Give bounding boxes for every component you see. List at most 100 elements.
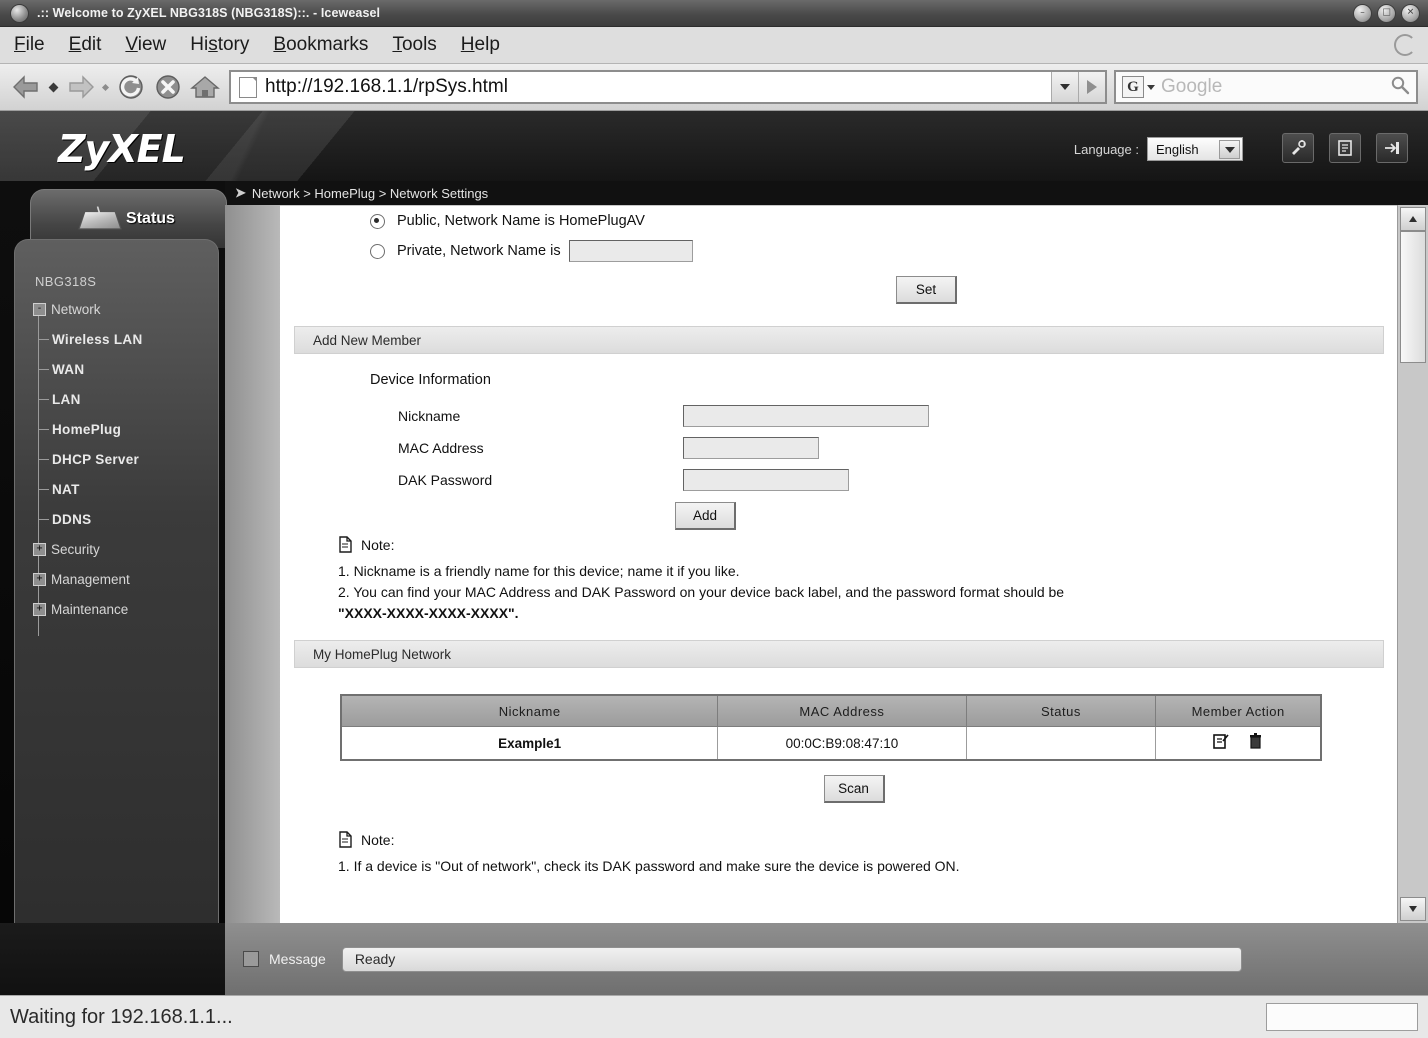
field-row-mac-address: MAC Address [370,432,1398,464]
page-scrollbar[interactable] [1397,205,1428,923]
google-icon[interactable]: G [1122,76,1144,98]
content-panel: Public, Network Name is HomePlugAV Priva… [280,205,1398,923]
add-button-row: Add [370,502,1398,530]
radio-private[interactable] [370,243,385,259]
menu-history[interactable]: History [190,34,249,56]
expand-icon[interactable]: + [33,543,46,556]
search-icon[interactable] [1390,75,1410,100]
dak-password-label: DAK Password [398,472,493,488]
url-dropdown-icon[interactable] [1051,72,1078,102]
expand-icon[interactable]: + [33,573,46,586]
sidebar-item-homeplug[interactable]: HomePlug [33,418,218,440]
browser-status-bar: Waiting for 192.168.1.1... [0,995,1428,1038]
nickname-input[interactable] [683,405,929,427]
sidebar-item-wan-label: WAN [52,361,85,377]
menu-bookmarks[interactable]: Bookmarks [273,34,368,56]
network-name-private-row[interactable]: Private, Network Name is [280,236,1398,266]
language-value: English [1156,141,1199,157]
progress-indicator [1266,1003,1418,1031]
sidebar-item-wireless-lan[interactable]: Wireless LAN [33,328,218,350]
message-checkbox[interactable] [243,951,259,967]
navigation-toolbar: http://192.168.1.1/rpSys.html G Google [0,64,1428,111]
device-information-form: Device Information Nickname MAC Address … [280,354,1398,530]
message-label: Message [269,951,326,967]
menu-edit[interactable]: Edit [69,34,102,56]
url-text[interactable]: http://192.168.1.1/rpSys.html [265,76,1051,98]
expand-icon[interactable]: + [33,603,46,616]
sidebar-item-ddns[interactable]: DDNS [33,508,218,530]
sidebar-item-nat[interactable]: NAT [33,478,218,500]
zyxel-logo: ZyXEL [58,127,186,171]
set-button[interactable]: Set [896,276,957,304]
sidebar-item-lan[interactable]: LAN [33,388,218,410]
menu-tools[interactable]: Tools [392,34,436,56]
edit-icon[interactable] [1213,733,1230,753]
url-go-icon[interactable] [1078,72,1105,102]
sidebar-item-maintenance[interactable]: + Maintenance [33,598,218,621]
sidebar-item-management[interactable]: + Management [33,568,218,591]
menu-view[interactable]: View [125,34,166,56]
search-input[interactable]: Google [1161,76,1390,98]
sidebar-tree: NBG318S - Network Wireless LAN WAN LAN H… [15,274,218,636]
sidebar: Status NBG318S - Network Wireless LAN WA… [0,181,227,995]
window-title: .:: Welcome to ZyXEL NBG318S (NBG318S)::… [37,6,381,20]
sidebar-item-dhcp-server[interactable]: DHCP Server [33,448,218,470]
delete-icon[interactable] [1248,733,1263,753]
scrollbar-thumb[interactable] [1400,231,1426,363]
sidebar-item-ddns-label: DDNS [52,511,92,527]
status-report-icon[interactable] [1329,133,1361,163]
sidebar-device-name: NBG318S [35,274,97,289]
message-bar: Message Ready [0,923,1428,995]
sidebar-item-security[interactable]: + Security [33,538,218,561]
search-bar[interactable]: G Google [1114,70,1418,104]
private-network-name-input[interactable] [568,240,693,262]
menu-help[interactable]: Help [461,34,500,56]
add-member-note: Note: 1. Nickname is a friendly name for… [280,530,1398,624]
back-dropdown-icon[interactable] [48,82,59,92]
page-icon [239,76,257,98]
search-engine-dropdown-icon[interactable] [1147,84,1155,90]
forward-dropdown-icon[interactable] [101,83,110,91]
sidebar-item-network[interactable]: - Network [33,298,218,321]
minimize-button[interactable] [1353,3,1372,23]
scroll-down-icon[interactable] [1400,897,1426,921]
scroll-up-icon[interactable] [1400,207,1426,231]
dak-password-input[interactable] [683,469,849,491]
menu-file[interactable]: File [14,34,45,56]
maximize-button[interactable] [1377,3,1396,23]
stop-icon[interactable] [151,70,185,104]
member-table: Nickname MAC Address Status Member Actio… [340,694,1322,761]
cell-nickname: Example1 [340,726,719,761]
note-icon [338,831,353,848]
note-header: Note: [338,536,1398,553]
chevron-down-icon[interactable] [1219,140,1240,159]
reload-icon[interactable] [114,70,148,104]
mac-address-input[interactable] [683,437,819,459]
cell-mac-address: 00:0C:B9:08:47:10 [717,726,967,761]
sidebar-tab-status-label: Status [126,210,175,227]
throbber-icon [1394,34,1416,56]
section-my-homeplug-network-title: My HomePlug Network [313,646,452,662]
sidebar-item-maintenance-label: Maintenance [51,602,129,617]
sidebar-item-wan[interactable]: WAN [33,358,218,380]
back-icon[interactable] [10,70,44,104]
sidebar-item-dhcp-server-label: DHCP Server [52,451,140,467]
logout-icon[interactable] [1376,133,1408,163]
close-button[interactable] [1401,3,1420,23]
home-icon[interactable] [188,70,222,104]
scan-button[interactable]: Scan [823,775,885,803]
nickname-label: Nickname [398,408,461,424]
language-selector[interactable]: Language : English [1074,137,1243,161]
network-name-public-row[interactable]: Public, Network Name is HomePlugAV [280,206,1398,236]
radio-public[interactable] [370,213,385,229]
add-button[interactable]: Add [675,502,736,530]
table-header-row: Nickname MAC Address Status Member Actio… [340,694,1322,727]
breadcrumb-arrow-icon: ➤ [235,185,246,200]
forward-icon[interactable] [63,70,97,104]
url-bar[interactable]: http://192.168.1.1/rpSys.html [229,70,1107,104]
table-row: Example1 00:0C:B9:08:47:10 [340,726,1322,761]
language-dropdown[interactable]: English [1147,137,1243,161]
wizard-icon[interactable] [1282,133,1314,163]
sidebar-nav-panel: NBG318S - Network Wireless LAN WAN LAN H… [14,239,219,923]
collapse-icon[interactable]: - [33,303,46,316]
